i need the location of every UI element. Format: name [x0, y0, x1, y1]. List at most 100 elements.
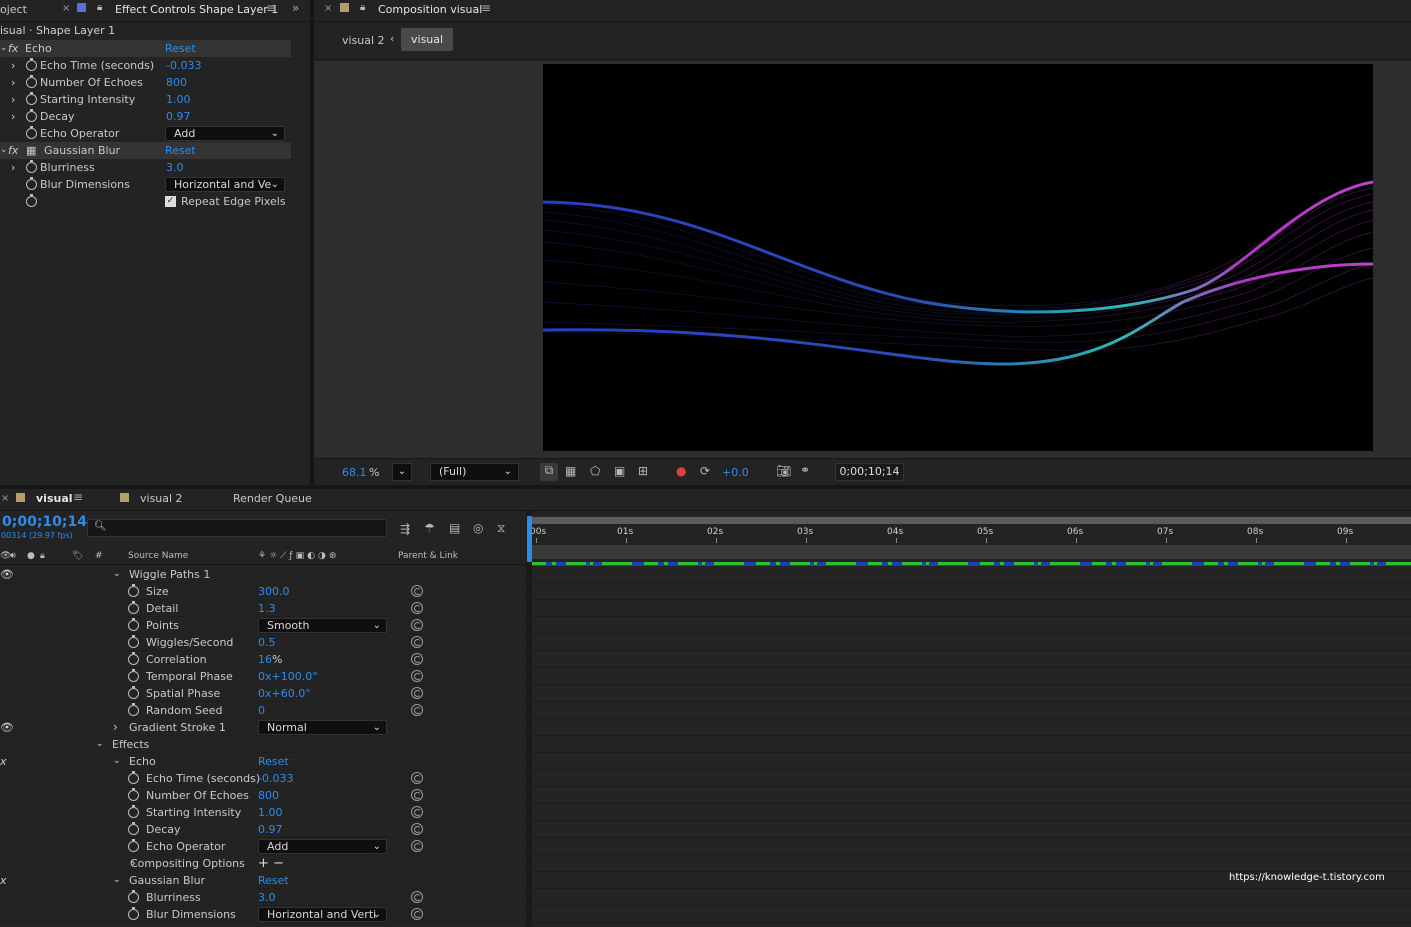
expand-arrow-icon[interactable]: ⌄ [0, 142, 8, 159]
stopwatch-icon[interactable] [128, 771, 139, 784]
effect-property-row[interactable]: ✓ Repeat Edge Pixels [0, 193, 291, 210]
property-value[interactable]: 0.5 [258, 634, 276, 651]
property-value[interactable]: 0.97 [258, 821, 283, 838]
property-value[interactable]: 800 [166, 74, 187, 91]
frame-blending-icon[interactable]: ▤ [449, 521, 460, 535]
timeline-property-row[interactable]: › Compositing Options + − [0, 855, 526, 872]
property-value[interactable]: 16% [258, 651, 282, 668]
timeline-property-row[interactable]: ⌄ x Echo Reset [0, 753, 526, 770]
comp-canvas[interactable] [543, 64, 1373, 451]
stopwatch-icon[interactable] [128, 822, 139, 835]
close-icon[interactable]: × [62, 3, 70, 14]
panel-overflow-icon[interactable]: » [292, 1, 299, 15]
expand-arrow-icon[interactable]: ⌄ [0, 40, 8, 57]
effect-property-row[interactable]: › Starting Intensity 1.00 [0, 91, 291, 108]
effect-property-row[interactable]: › Decay 0.97 [0, 108, 291, 125]
expression-pickwhip-icon[interactable] [411, 670, 423, 682]
stopwatch-icon[interactable] [128, 618, 139, 631]
property-value[interactable]: 3.0 [258, 889, 276, 906]
reset-link[interactable]: Reset [165, 40, 196, 57]
stopwatch-icon[interactable] [26, 160, 37, 173]
expression-pickwhip-icon[interactable] [411, 806, 423, 818]
close-icon[interactable]: × [1, 493, 9, 504]
time-ruler[interactable]: :00s 01s 02s 03s 04s 05s 06s 07s 08s 09s [527, 514, 1411, 566]
color-management-icon[interactable]: ⟳ [700, 464, 710, 478]
comp-flowchart-icon[interactable]: ⇶ [400, 522, 410, 536]
chevron-right-icon[interactable]: › [11, 57, 15, 74]
parent-link-header[interactable]: Parent & Link [398, 548, 458, 565]
stopwatch-icon[interactable] [128, 652, 139, 665]
property-value[interactable]: 800 [258, 787, 279, 804]
audio-icon[interactable]: 🔊︎ [10, 548, 16, 565]
property-value[interactable]: 1.3 [258, 600, 276, 617]
label-tag-icon[interactable]: 🏷︎ [72, 548, 83, 565]
shy-layers-icon[interactable]: ☂ [424, 521, 435, 535]
current-timecode[interactable]: 0;00;10;14 [2, 514, 87, 530]
expression-pickwhip-icon[interactable] [411, 823, 423, 835]
chevron-down-icon[interactable]: ⌄ [96, 736, 104, 753]
timeline-property-row[interactable]: Blurriness 3.0 [0, 889, 526, 906]
timeline-property-row[interactable]: Decay 0.97 [0, 821, 526, 838]
timeline-property-row[interactable]: Blur Dimensions Horizontal and Verti ⌄ [0, 906, 526, 923]
reset-link[interactable]: Reset [258, 872, 289, 889]
fx-icon[interactable]: fx [8, 40, 18, 57]
timeline-property-row[interactable]: Correlation 16% [0, 651, 526, 668]
chevron-right-icon[interactable]: › [11, 159, 15, 176]
breadcrumb-visual-2[interactable]: visual 2 [342, 34, 385, 47]
property-value[interactable]: 1.00 [258, 804, 283, 821]
property-value[interactable]: 0x+100.0° [258, 668, 318, 685]
timeline-property-row[interactable]: Spatial Phase 0x+60.0° [0, 685, 526, 702]
visibility-eye-icon[interactable]: 👁︎ [0, 719, 14, 736]
zoom-value[interactable]: 68.1 [342, 466, 367, 479]
timeline-navigator[interactable] [532, 545, 1411, 559]
lock-icon[interactable]: 🔒︎ [97, 2, 102, 13]
property-dropdown[interactable]: Horizontal and Ve ⌄ [165, 177, 285, 192]
timeline-property-row[interactable]: Points Smooth ⌄ [0, 617, 526, 634]
panel-menu-icon[interactable]: ≡ [266, 1, 276, 15]
timeline-property-row[interactable]: Wiggles/Second 0.5 [0, 634, 526, 651]
timeline-property-row[interactable]: › 👁︎ Gradient Stroke 1 Normal ⌄ [0, 719, 526, 736]
reset-link[interactable]: Reset [258, 753, 289, 770]
expression-pickwhip-icon[interactable] [411, 840, 423, 852]
expression-pickwhip-icon[interactable] [411, 704, 423, 716]
effect-header-row[interactable]: ⌄ fx ▦ Gaussian Blur Reset [0, 142, 291, 159]
chevron-right-icon[interactable]: › [113, 719, 118, 736]
effect-header-row[interactable]: ⌄ fx Echo Reset [0, 40, 291, 57]
solo-icon[interactable]: ● [27, 548, 35, 565]
close-icon[interactable]: × [324, 3, 332, 14]
timeline-property-row[interactable]: Temporal Phase 0x+100.0° [0, 668, 526, 685]
stopwatch-icon[interactable] [26, 92, 37, 105]
stopwatch-icon[interactable] [26, 126, 37, 139]
timeline-tab-visual-2[interactable]: visual 2 [140, 492, 183, 505]
stopwatch-icon[interactable] [128, 805, 139, 818]
expression-pickwhip-icon[interactable] [411, 789, 423, 801]
stopwatch-icon[interactable] [128, 890, 139, 903]
composition-tab[interactable]: Composition visual [378, 3, 482, 16]
lock-column-icon[interactable]: 🔒︎ [40, 548, 45, 565]
timeline-property-row[interactable]: ⌄ 👁︎ Wiggle Paths 1 [0, 566, 526, 583]
property-value[interactable]: -0.033 [166, 57, 201, 74]
stopwatch-icon[interactable] [128, 788, 139, 801]
expression-pickwhip-icon[interactable] [411, 908, 423, 920]
expression-pickwhip-icon[interactable] [411, 891, 423, 903]
source-name-header[interactable]: Source Name [128, 548, 188, 565]
property-value[interactable]: -0.033 [258, 770, 293, 787]
fast-preview-icon[interactable]: ⧉ [540, 463, 558, 481]
timeline-tab-visual[interactable]: visual [36, 492, 73, 505]
property-value[interactable]: 3.0 [166, 159, 184, 176]
expression-pickwhip-icon[interactable] [411, 687, 423, 699]
reset-link[interactable]: Reset [165, 142, 196, 159]
panel-menu-icon[interactable]: ≡ [481, 1, 491, 15]
transparency-grid-icon[interactable]: ▦ [565, 464, 576, 478]
timeline-property-row[interactable]: Number Of Echoes 800 [0, 787, 526, 804]
expression-pickwhip-icon[interactable] [411, 772, 423, 784]
expression-pickwhip-icon[interactable] [411, 653, 423, 665]
stopwatch-icon[interactable] [128, 635, 139, 648]
project-tab[interactable]: oject [0, 3, 27, 16]
effect-property-row[interactable]: Echo Operator Add ⌄ [0, 125, 291, 142]
timeline-property-row[interactable]: Size 300.0 [0, 583, 526, 600]
show-snapshot-icon[interactable]: ⚭ [800, 463, 810, 477]
stopwatch-icon[interactable] [26, 58, 37, 71]
stopwatch-icon[interactable] [128, 839, 139, 852]
effect-property-row[interactable]: Blur Dimensions Horizontal and Ve ⌄ [0, 176, 291, 193]
